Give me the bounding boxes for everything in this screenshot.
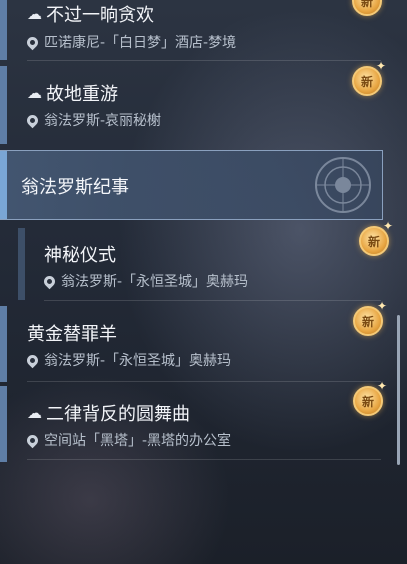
location-pin-icon: [24, 432, 41, 448]
quest-title: 神秘仪式: [44, 241, 116, 267]
scrollbar[interactable]: [397, 315, 400, 465]
quest-title-text: 故地重游: [46, 84, 118, 105]
quest-side-bar: [0, 386, 7, 462]
divider: [44, 300, 381, 301]
quest-title: ☁ 不过一晌贪欢: [27, 1, 154, 27]
quest-location: 匹诺康尼-「白日梦」酒店-梦境: [24, 32, 237, 52]
section-accent-bar: [0, 151, 7, 219]
quest-item[interactable]: ☁ 不过一晌贪欢 匹诺康尼-「白日梦」酒店-梦境 新: [0, 0, 407, 62]
quest-location: 翁法罗斯-「永恒圣城」奥赫玛: [41, 271, 249, 291]
divider: [27, 60, 381, 61]
quest-location: 翁法罗斯-「永恒圣城」奥赫玛: [24, 350, 232, 370]
quest-title: ☁ 二律背反的圆舞曲: [27, 400, 190, 426]
quest-location-text: 匹诺康尼-「白日梦」酒店-梦境: [44, 35, 237, 51]
quest-side-bar: [0, 66, 7, 144]
quest-location-text: 翁法罗斯-「永恒圣城」奥赫玛: [44, 353, 232, 369]
section-header[interactable]: 翁法罗斯纪事: [0, 150, 383, 220]
amphoreus-emblem-icon: [315, 157, 371, 213]
section-title: 翁法罗斯纪事: [21, 177, 129, 198]
quest-location: 翁法罗斯-哀丽秘榭: [24, 110, 162, 130]
quest-location-text: 空间站「黑塔」-黑塔的办公室: [44, 433, 232, 449]
quest-title-text: 黄金替罪羊: [27, 324, 117, 345]
quest-side-bar: [18, 228, 25, 300]
new-badge: 新: [353, 379, 387, 416]
location-pin-icon: [24, 352, 41, 368]
quest-location-text: 翁法罗斯-哀丽秘榭: [44, 113, 162, 129]
location-pin-icon: [41, 273, 58, 289]
quest-item[interactable]: ☁ 二律背反的圆舞曲 空间站「黑塔」-黑塔的办公室 新: [0, 379, 407, 464]
quest-location: 空间站「黑塔」-黑塔的办公室: [24, 430, 232, 450]
divider: [27, 381, 381, 382]
location-pin-icon: [24, 112, 41, 128]
quest-title: ☁ 故地重游: [27, 80, 118, 106]
quest-side-bar: [0, 0, 7, 60]
quest-title-text: 二律背反的圆舞曲: [46, 404, 190, 425]
divider: [27, 459, 381, 460]
quest-title-text: 神秘仪式: [44, 245, 116, 266]
new-badge: 新: [352, 59, 386, 96]
new-badge: 新: [352, 0, 382, 16]
dream-bubble-icon: ☁: [27, 404, 42, 422]
new-badge: 新: [353, 299, 387, 336]
quest-title: 黄金替罪羊: [27, 320, 117, 346]
dream-bubble-icon: ☁: [27, 84, 42, 102]
quest-location-text: 翁法罗斯-「永恒圣城」奥赫玛: [61, 274, 249, 290]
quest-item[interactable]: 黄金替罪羊 翁法罗斯-「永恒圣城」奥赫玛 新: [0, 299, 407, 384]
quest-item[interactable]: ☁ 故地重游 翁法罗斯-哀丽秘榭 新: [0, 59, 407, 146]
dream-bubble-icon: ☁: [27, 5, 42, 23]
location-pin-icon: [24, 34, 41, 50]
quest-side-bar: [0, 306, 7, 382]
quest-title-text: 不过一晌贪欢: [46, 5, 154, 26]
new-badge: 新: [359, 219, 393, 256]
quest-item[interactable]: 神秘仪式 翁法罗斯-「永恒圣城」奥赫玛 新: [0, 219, 407, 302]
